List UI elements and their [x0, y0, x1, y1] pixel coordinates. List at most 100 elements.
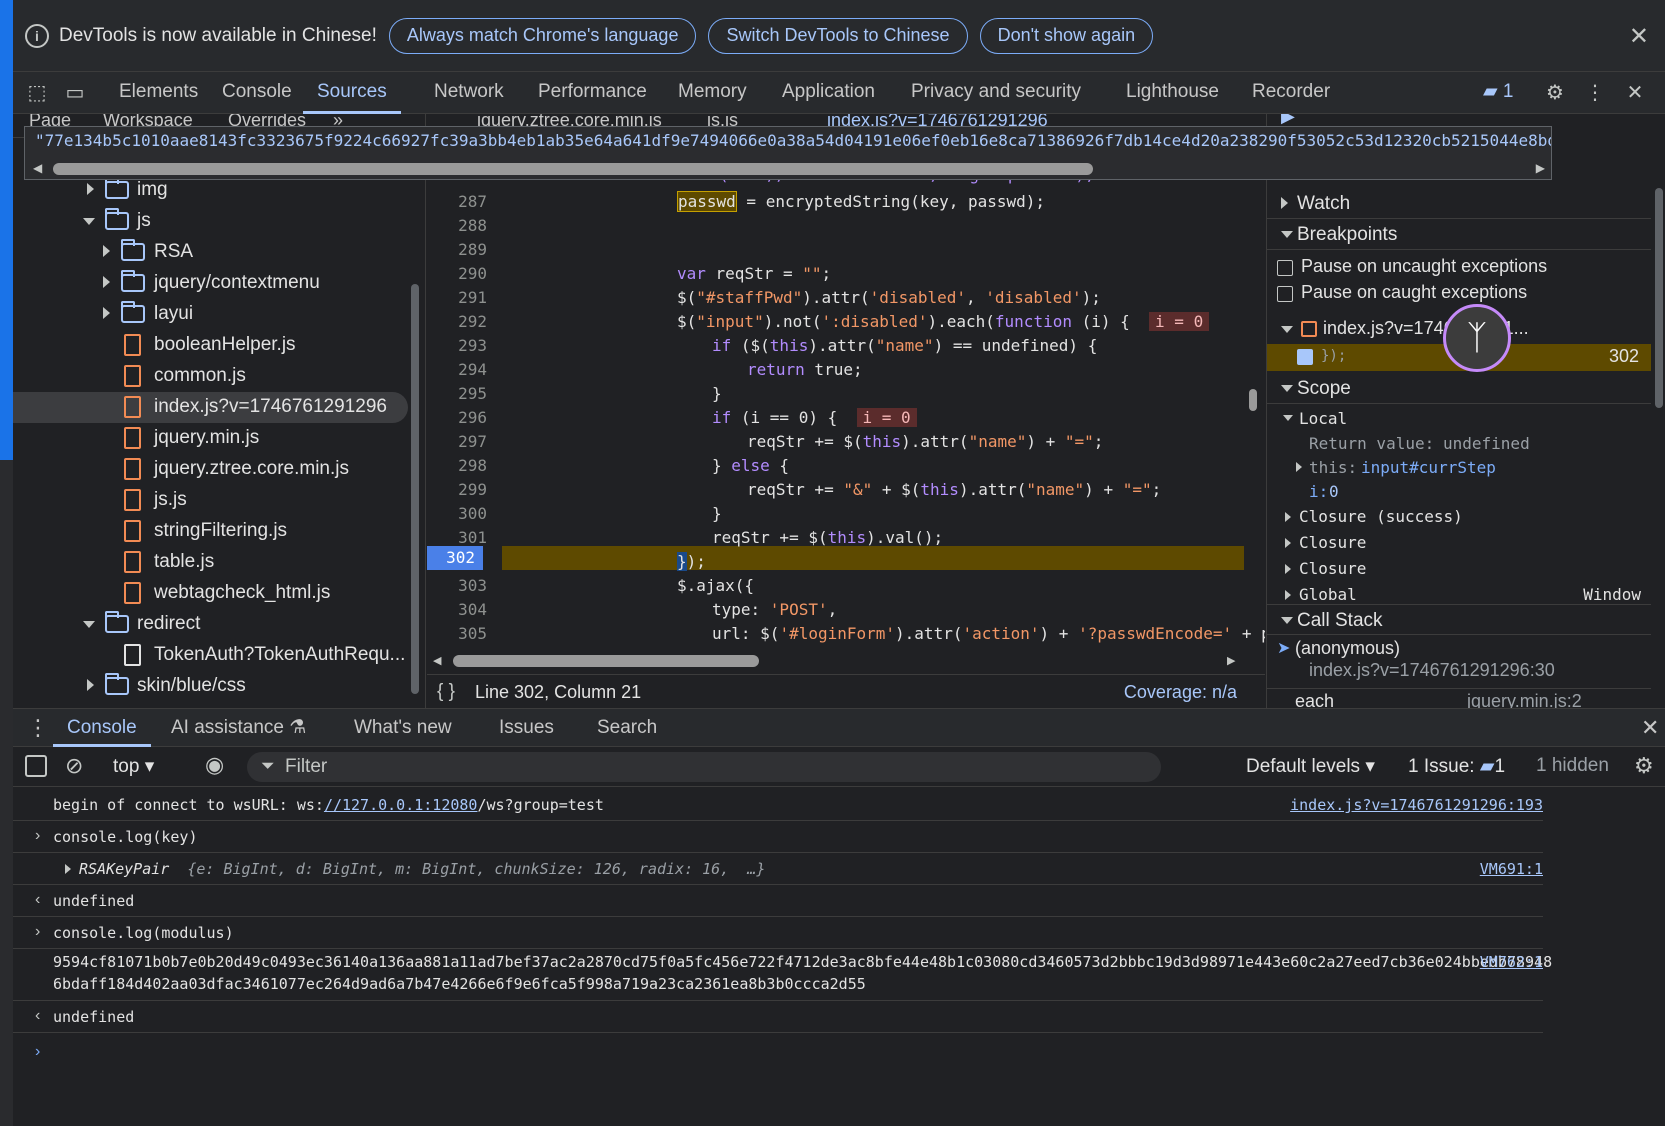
tree-file-common[interactable]: common.js: [13, 361, 408, 392]
popover-scrollbar[interactable]: [53, 163, 1093, 175]
scroll-right-icon[interactable]: ▶: [1536, 161, 1545, 175]
close-drawer-icon[interactable]: ✕: [1641, 709, 1659, 747]
tab-lighthouse[interactable]: Lighthouse: [1126, 72, 1219, 114]
message-source-link[interactable]: VM762:1: [1480, 953, 1543, 971]
line-number[interactable]: 287: [427, 192, 487, 211]
line-number[interactable]: 293: [427, 336, 487, 355]
switch-chinese-button[interactable]: Switch DevTools to Chinese: [708, 17, 968, 54]
drawer-menu-icon[interactable]: ⋮: [27, 709, 49, 747]
close-icon[interactable]: ✕: [1629, 22, 1649, 51]
line-number[interactable]: 305: [427, 624, 487, 643]
context-selector[interactable]: top ▾: [113, 755, 154, 778]
message-source-link[interactable]: VM691:1: [1480, 860, 1543, 878]
more-options-icon[interactable]: ⋮: [1583, 81, 1607, 105]
drawer-tab-ai[interactable]: AI assistance ⚗: [171, 709, 306, 747]
close-devtools-icon[interactable]: ✕: [1623, 81, 1647, 105]
breakpoints-section[interactable]: Breakpoints: [1267, 219, 1651, 250]
line-number[interactable]: 304: [427, 600, 487, 619]
tab-application[interactable]: Application: [782, 72, 875, 114]
tree-folder-contextmenu[interactable]: jquery/contextmenu: [13, 268, 408, 299]
drawer-tab-issues[interactable]: Issues: [499, 709, 554, 747]
debugger-scrollbar[interactable]: [1655, 188, 1663, 408]
line-number[interactable]: 297: [427, 432, 487, 451]
drawer-tab-console[interactable]: Console: [53, 709, 151, 747]
callstack-frame-anonymous[interactable]: ➤ (anonymous) index.js?v=1746761291296:3…: [1267, 636, 1651, 686]
editor-vscrollbar[interactable]: [1249, 389, 1257, 411]
console-settings-gear-icon[interactable]: ⚙: [1634, 753, 1654, 779]
match-language-button[interactable]: Always match Chrome's language: [388, 17, 697, 54]
clear-console-icon[interactable]: ⊘: [65, 753, 83, 779]
tab-memory[interactable]: Memory: [678, 72, 747, 114]
settings-gear-icon[interactable]: ⚙: [1543, 81, 1567, 105]
expand-this-icon[interactable]: [1296, 462, 1302, 472]
scroll-left-icon[interactable]: ◀: [33, 161, 42, 175]
callstack-frame-each[interactable]: each jquery.min.js:2: [1267, 688, 1651, 708]
pause-uncaught-checkbox[interactable]: [1277, 260, 1293, 276]
line-number[interactable]: 289: [427, 240, 487, 259]
line-number[interactable]: 296: [427, 408, 487, 427]
inspect-element-icon[interactable]: ⬚: [25, 81, 49, 105]
watch-section[interactable]: Watch: [1267, 188, 1651, 219]
tab-performance[interactable]: Performance: [538, 72, 647, 114]
scroll-left-icon[interactable]: ◀: [433, 654, 447, 668]
coverage-status[interactable]: Coverage: n/a: [1124, 682, 1237, 703]
tree-folder-redirect[interactable]: redirect: [13, 609, 408, 640]
tab-recorder[interactable]: Recorder: [1252, 72, 1330, 114]
scope-local[interactable]: Local: [1267, 406, 1651, 430]
tree-file-tokenauth[interactable]: TokenAuth?TokenAuthRequ...: [13, 640, 408, 671]
pretty-print-icon[interactable]: { }: [437, 681, 455, 703]
message-source-link[interactable]: index.js?v=1746761291296:193: [1290, 796, 1543, 814]
tree-file-ztree[interactable]: jquery.ztree.core.min.js: [13, 454, 408, 485]
live-expression-eye-icon[interactable]: ◉: [205, 752, 224, 778]
tree-file-jquerymin[interactable]: jquery.min.js: [13, 423, 408, 454]
tree-folder-layui[interactable]: layui: [13, 299, 408, 330]
line-number[interactable]: 292: [427, 312, 487, 331]
tab-elements[interactable]: Elements: [119, 72, 198, 114]
tree-folder-rsa[interactable]: RSA: [13, 237, 408, 268]
breakpoint-checkbox[interactable]: [1297, 349, 1313, 365]
line-number[interactable]: 295: [427, 384, 487, 403]
console-filter-input[interactable]: ⏷ Filter: [247, 752, 1161, 782]
dont-show-button[interactable]: Don't show again: [979, 17, 1154, 54]
line-number[interactable]: 294: [427, 360, 487, 379]
navigator-scrollbar[interactable]: [411, 284, 419, 694]
drawer-tab-search[interactable]: Search: [597, 709, 657, 747]
line-number[interactable]: 290: [427, 264, 487, 283]
tree-folder-skin[interactable]: skin/blue/css: [13, 671, 408, 702]
console-object-entry[interactable]: RSAKeyPair {e: BigInt, d: BigInt, m: Big…: [13, 853, 1543, 885]
line-number[interactable]: 301: [427, 528, 487, 547]
this-value[interactable]: input#currStep: [1361, 458, 1496, 477]
device-toolbar-icon[interactable]: ▭: [63, 81, 87, 105]
scope-section[interactable]: Scope: [1267, 373, 1651, 404]
tree-file-webtagcheck[interactable]: webtagcheck_html.js: [13, 578, 408, 609]
line-number[interactable]: 298: [427, 456, 487, 475]
issues-counter[interactable]: ▰ 1: [1483, 72, 1513, 114]
console-prompt-input[interactable]: ›: [13, 1035, 1543, 1075]
scope-closure[interactable]: Closure: [1267, 556, 1651, 582]
scroll-right-icon[interactable]: ▶: [1227, 654, 1241, 668]
line-number[interactable]: 288: [427, 216, 487, 235]
tab-privacy[interactable]: Privacy and security: [911, 72, 1081, 114]
pause-caught-checkbox[interactable]: [1277, 286, 1293, 302]
ws-url-link[interactable]: //127.0.0.1:12080: [324, 796, 478, 814]
line-number[interactable]: 303: [427, 576, 487, 595]
line-number[interactable]: 291: [427, 288, 487, 307]
scope-closure[interactable]: Closure: [1267, 530, 1651, 556]
tab-network[interactable]: Network: [434, 72, 504, 114]
tree-file-table[interactable]: table.js: [13, 547, 408, 578]
tab-console[interactable]: Console: [222, 72, 292, 114]
tree-file-booleanhelper[interactable]: booleanHelper.js: [13, 330, 408, 361]
callstack-section[interactable]: Call Stack: [1267, 604, 1651, 635]
tab-sources[interactable]: Sources: [303, 72, 401, 114]
breakpoint-line-number[interactable]: 302: [427, 546, 483, 570]
line-number[interactable]: 299: [427, 480, 487, 499]
drawer-tab-whatsnew[interactable]: What's new: [354, 709, 452, 747]
assistant-floating-icon[interactable]: ᛉ: [1443, 304, 1511, 372]
tree-folder-js[interactable]: js: [13, 206, 408, 237]
log-levels-dropdown[interactable]: Default levels ▾: [1246, 755, 1375, 778]
tree-file-jsjs[interactable]: js.js: [13, 485, 408, 516]
sidebar-toggle-icon[interactable]: [25, 755, 47, 777]
tree-file-stringfiltering[interactable]: stringFiltering.js: [13, 516, 408, 547]
scope-closure-success[interactable]: Closure (success): [1267, 504, 1651, 530]
expand-object-icon[interactable]: [65, 864, 71, 874]
